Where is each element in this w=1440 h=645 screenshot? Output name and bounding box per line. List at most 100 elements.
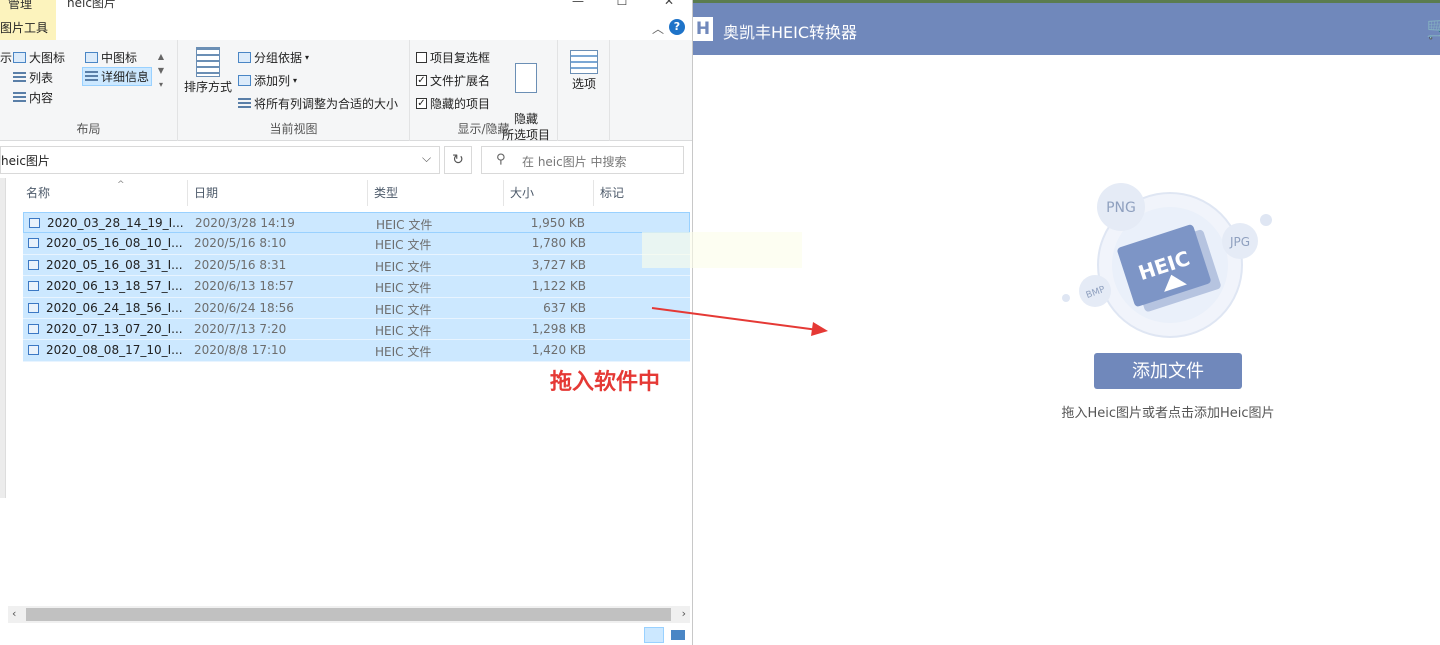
scrollbar-thumb[interactable] [26, 608, 671, 621]
layout-content[interactable]: 内容 [13, 88, 53, 107]
hidden-items-checkbox[interactable]: ✓ [416, 98, 427, 109]
file-date: 2020/5/16 8:10 [194, 236, 287, 251]
file-size: 637 KB [543, 300, 586, 315]
file-extensions-checkbox[interactable]: ✓ [416, 75, 427, 86]
layout-tiles[interactable]: 示 [0, 48, 12, 67]
layout-scroll[interactable]: ▲ ▼ ▾ [156, 50, 166, 106]
refresh-icon[interactable]: ↻ [444, 146, 472, 174]
png-badge: PNG [1106, 200, 1136, 216]
list-icon [13, 72, 26, 83]
ribbon-group-show-hide: 项目复选框 ✓ 文件扩展名 ✓ 隐藏的项目 隐藏 所选项目 显示/隐藏 [410, 40, 558, 142]
column-name-label: 名称 [26, 186, 51, 200]
file-size: 1,420 KB [531, 343, 586, 358]
drag-ghost-preview [642, 232, 802, 268]
sort-by-button[interactable]: 排序方式 [183, 47, 233, 95]
group-by-button[interactable]: 分组依据 ▾ [238, 48, 309, 67]
image-file-icon [28, 345, 39, 356]
group-label-show-hide: 显示/隐藏 [457, 122, 510, 136]
column-header-size[interactable]: 大小 [504, 180, 594, 206]
large-icons-icon [13, 52, 26, 63]
scroll-right-icon[interactable]: › [682, 607, 686, 620]
drop-hint: 拖入Heic图片或者点击添加Heic图片 [1061, 406, 1275, 421]
file-date: 2020/5/16 8:31 [194, 257, 287, 272]
layout-list-label: 列表 [29, 71, 54, 85]
add-column-button[interactable]: 添加列 ▾ [238, 71, 297, 90]
file-row[interactable]: 2020_05_16_08_31_I... 2020/5/16 8:31 HEIC … [23, 254, 690, 277]
sort-ascending-icon: ^ [117, 180, 125, 190]
app-logo: H [693, 17, 713, 41]
fit-columns-button[interactable]: 将所有列调整为合适的大小 [238, 94, 398, 113]
view-switcher [644, 625, 690, 645]
maximize-button[interactable]: ☐ [599, 0, 645, 14]
file-date: 2020/8/8 17:10 [194, 343, 287, 358]
layout-large-icons-label: 大图标 [29, 51, 66, 65]
ribbon-tabs: 图片工具 ︿ ? [0, 16, 692, 40]
tab-picture-tools[interactable]: 图片工具 [0, 16, 56, 40]
file-name: 2020_05_16_08_31_I... [46, 257, 183, 272]
help-icon[interactable]: ? [669, 19, 685, 35]
content-icon [13, 92, 26, 103]
layout-medium-icons[interactable]: 中图标 [85, 48, 137, 67]
options-button[interactable]: 选项 [566, 50, 602, 92]
address-dropdown-icon[interactable]: ⌵ [422, 151, 431, 166]
file-type: HEIC 文件 [375, 238, 432, 253]
file-name: 2020_03_28_14_19_I... [47, 216, 184, 230]
group-by-icon [238, 52, 251, 63]
layout-details-label: 详细信息 [101, 70, 150, 84]
file-date: 2020/3/28 14:19 [195, 216, 295, 230]
hide-selected-icon [515, 63, 537, 93]
horizontal-scrollbar[interactable]: ‹ › [8, 606, 690, 623]
ribbon-collapse-icon[interactable]: ︿ [652, 20, 664, 37]
image-file-icon [28, 302, 39, 313]
layout-details[interactable]: 详细信息 [82, 67, 153, 86]
navigation-pane-edge [0, 178, 6, 498]
details-view-icon[interactable] [644, 627, 664, 643]
file-extensions-toggle[interactable]: ✓ 文件扩展名 [416, 71, 490, 90]
address-bar[interactable]: heic图片 ⌵ [0, 146, 440, 174]
file-row[interactable]: 2020_07_13_07_20_I... 2020/7/13 7:20 HEIC … [23, 318, 690, 341]
minimize-button[interactable]: — [555, 0, 601, 14]
app-title: 奥凯丰HEIC转换器 [723, 23, 858, 42]
add-file-button[interactable]: 添加文件 [1094, 353, 1242, 389]
file-row[interactable]: 2020_06_24_18_56_I... 2020/6/24 18:56 HEIC… [23, 297, 690, 319]
file-size: 3,727 KB [531, 257, 586, 272]
file-row[interactable]: 2020_03_28_14_19_I... 2020/3/28 14:19 HEIC… [23, 212, 690, 234]
file-name: 2020_06_24_18_56_I... [46, 300, 183, 315]
hidden-items-toggle[interactable]: ✓ 隐藏的项目 [416, 94, 490, 113]
large-icons-view-icon[interactable] [668, 627, 688, 643]
layout-large-icons[interactable]: 大图标 [13, 48, 65, 67]
app-header: H 奥凯丰HEIC转换器 🛒 [693, 0, 1440, 55]
file-row[interactable]: 2020_08_08_17_10_I... 2020/8/8 17:10 HEIC … [23, 340, 690, 362]
title-bar: 管理 heic图片 — ☐ ✕ [0, 0, 692, 16]
layout-list[interactable]: 列表 [13, 68, 53, 87]
ribbon-group-options: 选项 [558, 40, 610, 141]
file-type: HEIC 文件 [375, 259, 432, 274]
fit-columns-label: 将所有列调整为合适的大小 [254, 97, 399, 111]
file-row[interactable]: 2020_06_13_18_57_I... 2020/6/13 18:57 HEIC… [23, 276, 690, 298]
file-date: 2020/7/13 7:20 [194, 321, 287, 336]
tab-manage[interactable]: 管理 [0, 0, 56, 16]
add-column-label: 添加列 [254, 74, 291, 88]
file-row[interactable]: 2020_05_16_08_10_I... 2020/5/16 8:10 HEIC … [23, 233, 690, 255]
column-header-type[interactable]: 类型 [368, 180, 504, 206]
column-header-date[interactable]: 日期 [188, 180, 368, 206]
image-file-icon [29, 218, 40, 228]
image-file-icon [28, 281, 39, 292]
item-checkboxes-checkbox[interactable] [416, 52, 427, 63]
file-size: 1,122 KB [531, 279, 586, 294]
ribbon: 示 大图标 中图标 列表 详细信息 内容 ▲ ▼ ▾ 布局 排序方式 分组依据 … [0, 40, 692, 142]
file-name: 2020_08_08_17_10_I... [46, 343, 183, 358]
file-extensions-label: 文件扩展名 [430, 74, 491, 88]
item-checkboxes-toggle[interactable]: 项目复选框 [416, 48, 490, 67]
layout-tiles-label: 示 [0, 51, 13, 65]
search-input[interactable]: ⚲ 在 heic图片 中搜索 [481, 146, 684, 174]
close-button[interactable]: ✕ [646, 0, 692, 14]
cart-icon[interactable]: 🛒 [1426, 16, 1440, 41]
file-name: 2020_07_13_07_20_I... [46, 321, 183, 336]
column-header-name[interactable]: ^ 名称 [20, 180, 188, 206]
column-header-tags[interactable]: 标记 [594, 180, 690, 206]
scroll-left-icon[interactable]: ‹ [12, 607, 16, 620]
file-type: HEIC 文件 [375, 345, 432, 360]
drag-arrow-icon [651, 307, 828, 336]
options-icon [570, 50, 598, 74]
